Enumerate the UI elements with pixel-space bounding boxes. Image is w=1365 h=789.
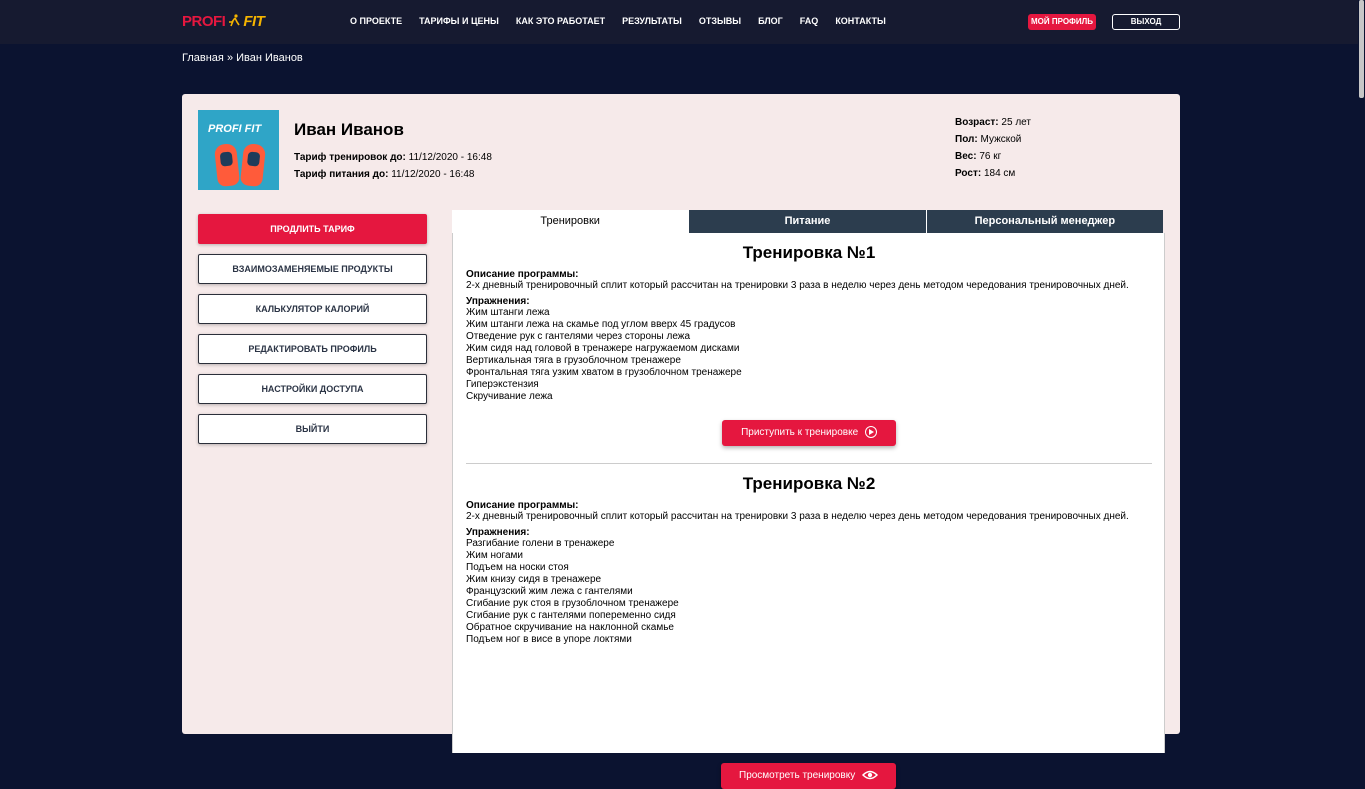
view-workout-button[interactable]: Просмотреть тренировку <box>721 763 896 789</box>
nutrition-tariff: Тариф питания до: 11/12/2020 - 16:48 <box>294 169 474 180</box>
breadcrumb: Главная » Иван Иванов <box>182 52 303 64</box>
avatar: PROFI FIT <box>198 110 279 190</box>
user-name: Иван Иванов <box>294 120 404 139</box>
program-description: 2-х дневный тренировочный сплит который … <box>466 511 1129 522</box>
exercise-item: Сгибание рук с гантелями попеременно сид… <box>466 610 676 621</box>
stat-height: Рост: 184 см <box>955 168 1031 185</box>
scrollbar-thumb[interactable] <box>1359 0 1364 98</box>
avatar-logo: PROFI FIT <box>208 123 262 135</box>
stat-sex-label: Пол: <box>955 134 978 145</box>
exercise-item: Отведение рук с гантелями через стороны … <box>466 331 691 342</box>
breadcrumb-home[interactable]: Главная <box>182 52 224 64</box>
start-workout-button[interactable]: Приступить к тренировке <box>722 420 896 446</box>
stat-sex-value: Мужской <box>980 134 1022 145</box>
nav-how-it-works[interactable]: КАК ЭТО РАБОТАЕТ <box>516 16 605 26</box>
exercise-item: Фронтальная тяга узким хватом в грузобло… <box>466 367 742 378</box>
scrollbar[interactable] <box>1358 0 1365 726</box>
user-stats: Возраст: 25 лет Пол: Мужской Вес: 76 кг … <box>955 117 1031 185</box>
nav-reviews[interactable]: ОТЗЫВЫ <box>699 16 741 26</box>
breadcrumb-separator: » <box>226 52 234 64</box>
stat-sex: Пол: Мужской <box>955 134 1031 151</box>
exercise-item: Жим книзу сидя в тренажере <box>466 574 602 585</box>
training-tariff-value: 11/12/2020 - 16:48 <box>408 152 492 163</box>
stat-height-label: Рост: <box>955 168 982 179</box>
tab-trainings[interactable]: Тренировки <box>452 210 689 233</box>
edit-profile-button[interactable]: РЕДАКТИРОВАТЬ ПРОФИЛЬ <box>198 334 427 364</box>
stat-weight-value: 76 кг <box>979 151 1002 162</box>
nav-blog[interactable]: БЛОГ <box>758 16 783 26</box>
exercise-item: Подъем на носки стоя <box>466 562 569 573</box>
access-settings-button[interactable]: НАСТРОЙКИ ДОСТУПА <box>198 374 427 404</box>
exercises-label: Упражнения: <box>466 296 530 307</box>
nav-faq[interactable]: FAQ <box>800 16 819 26</box>
workout-2: Тренировка №2 Описание программы: 2-х дн… <box>466 474 1152 646</box>
exercise-item: Французский жим лежа с гантелями <box>466 586 633 597</box>
logo-part2: FIT <box>243 12 265 30</box>
stat-weight-label: Вес: <box>955 151 977 162</box>
logout-button[interactable]: ВЫХОД <box>1112 14 1180 30</box>
interchangeable-products-button[interactable]: ВЗАИМОЗАМЕНЯЕМЫЕ ПРОДУКТЫ <box>198 254 427 284</box>
divider <box>466 463 1152 464</box>
nav-contacts[interactable]: КОНТАКТЫ <box>835 16 885 26</box>
tabs: Тренировки Питание Персональный менеджер <box>452 210 1163 233</box>
logo-part1: PROFI <box>182 12 226 30</box>
nutrition-tariff-label: Тариф питания до: <box>294 169 389 180</box>
stat-age-label: Возраст: <box>955 117 999 128</box>
nav-results[interactable]: РЕЗУЛЬТАТЫ <box>622 16 682 26</box>
exercise-item: Скручивание лежа <box>466 391 553 402</box>
my-profile-button[interactable]: МОЙ ПРОФИЛЬ <box>1028 14 1096 30</box>
exercise-item: Разгибание голени в тренажере <box>466 538 615 549</box>
program-description: 2-х дневный тренировочный сплит который … <box>466 280 1129 291</box>
tab-nutrition[interactable]: Питание <box>688 210 926 233</box>
sidebar-menu: ПРОДЛИТЬ ТАРИФ ВЗАИМОЗАМЕНЯЕМЫЕ ПРОДУКТЫ… <box>198 214 427 454</box>
stat-age-value: 25 лет <box>1001 117 1031 128</box>
exercises-label: Упражнения: <box>466 527 530 538</box>
start-workout-label: Приступить к тренировке <box>741 427 859 438</box>
nutrition-tariff-value: 11/12/2020 - 16:48 <box>391 169 475 180</box>
play-circle-icon <box>864 426 877 439</box>
program-description-label: Описание программы: <box>466 500 579 511</box>
stat-height-value: 184 см <box>983 168 1016 179</box>
exercise-item: Вертикальная тяга в грузоблочном тренаже… <box>466 355 681 366</box>
workout-title: Тренировка №2 <box>742 474 876 493</box>
main-nav: О ПРОЕКТЕ ТАРИФЫ И ЦЕНЫ КАК ЭТО РАБОТАЕТ… <box>350 16 903 26</box>
extend-tariff-button[interactable]: ПРОДЛИТЬ ТАРИФ <box>198 214 427 244</box>
exercise-item: Жим штанги лежа на скамье под углом ввер… <box>466 319 736 330</box>
tab-personal-manager[interactable]: Персональный менеджер <box>925 210 1163 233</box>
runner-icon <box>229 14 241 27</box>
exercise-item: Подъем ног в висе в упоре локтями <box>466 634 632 645</box>
training-tariff: Тариф тренировок до: 11/12/2020 - 16:48 <box>294 152 492 163</box>
shoe-image <box>239 142 267 188</box>
exercise-item: Гиперэкстензия <box>466 379 539 390</box>
stat-weight: Вес: 76 кг <box>955 151 1031 168</box>
calorie-calculator-button[interactable]: КАЛЬКУЛЯТОР КАЛОРИЙ <box>198 294 427 324</box>
exercise-item: Обратное скручивание на наклонной скамье <box>466 622 674 633</box>
site-logo[interactable]: PROFI FIT <box>182 9 265 33</box>
exercise-item: Жим штанги лежа <box>466 307 550 318</box>
sign-out-button[interactable]: ВЫЙТИ <box>198 414 427 444</box>
top-navbar: PROFI FIT О ПРОЕКТЕ ТАРИФЫ И ЦЕНЫ КАК ЭТ… <box>0 0 1365 44</box>
training-tariff-label: Тариф тренировок до: <box>294 152 406 163</box>
shoe-image <box>213 142 241 188</box>
view-workout-label: Просмотреть тренировку <box>739 770 856 781</box>
trainings-panel: Тренировка №1 Описание программы: 2-х дн… <box>452 233 1165 789</box>
exercise-item: Жим ногами <box>466 550 524 561</box>
stat-age: Возраст: 25 лет <box>955 117 1031 134</box>
nav-about[interactable]: О ПРОЕКТЕ <box>350 16 402 26</box>
eye-icon <box>861 771 879 780</box>
exercise-item: Сгибание рук стоя в грузоблочном тренаже… <box>466 598 679 609</box>
exercise-item: Жим сидя над головой в тренажере нагружа… <box>466 343 740 354</box>
breadcrumb-current: Иван Иванов <box>236 52 303 64</box>
nav-tariffs[interactable]: ТАРИФЫ И ЦЕНЫ <box>419 16 499 26</box>
program-description-label: Описание программы: <box>466 269 579 280</box>
workout-1: Тренировка №1 Описание программы: 2-х дн… <box>466 243 1152 403</box>
profile-card: PROFI FIT Иван Иванов Тариф тренировок д… <box>182 94 1180 789</box>
workout-title: Тренировка №1 <box>742 243 876 262</box>
